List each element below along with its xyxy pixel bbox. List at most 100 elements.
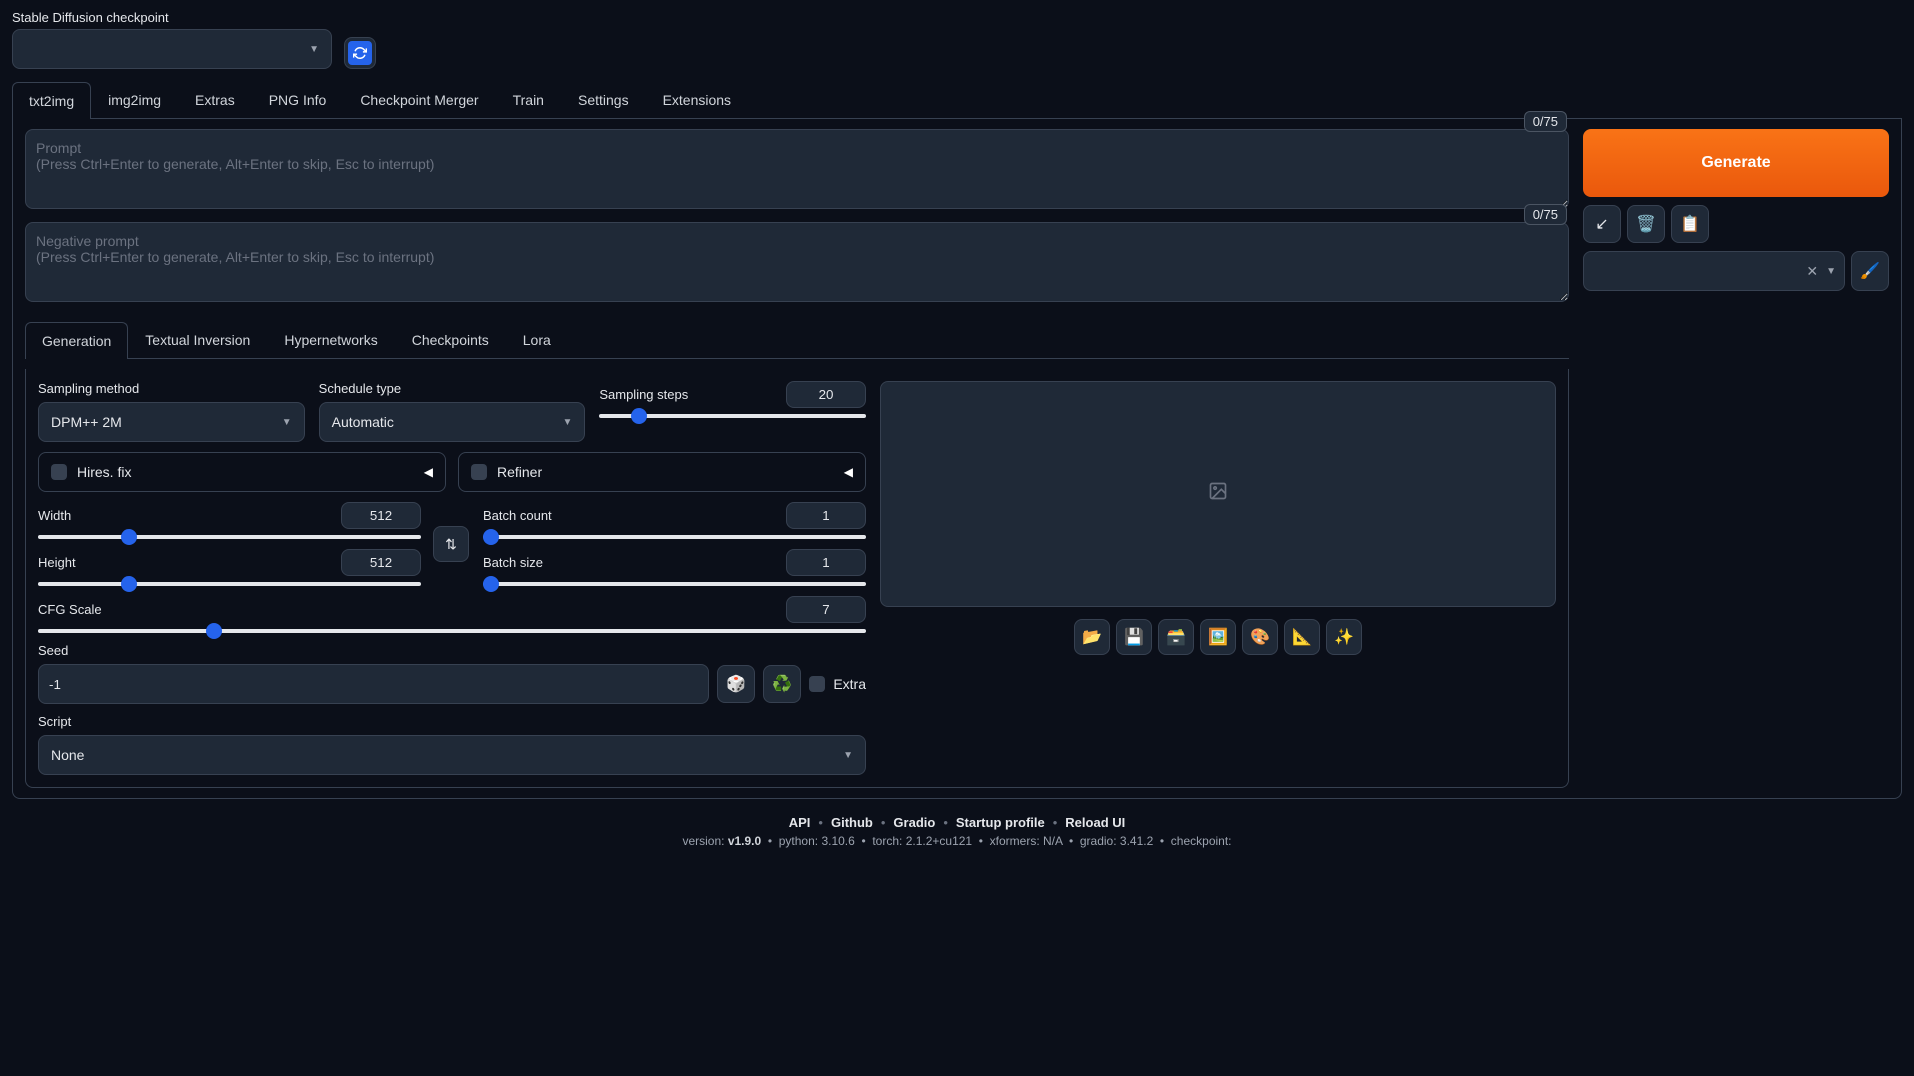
cfg-scale-input[interactable] (786, 596, 866, 623)
neg-prompt-textarea[interactable] (25, 222, 1569, 302)
tab-img2img[interactable]: img2img (91, 81, 178, 118)
footer-gradio-link[interactable]: Gradio (893, 815, 935, 830)
save-icon: 💾 (1124, 627, 1144, 647)
cfg-scale-slider[interactable] (38, 629, 866, 633)
save-button[interactable]: 💾 (1116, 619, 1152, 655)
header-row: Stable Diffusion checkpoint ▼ (12, 10, 1902, 69)
footer-version: version: v1.9.0 • python: 3.10.6 • torch… (12, 834, 1902, 848)
output-buttons: 📂 💾 🗃️ 🖼️ 🎨 📐 ✨ (880, 619, 1556, 655)
send-inpaint-button[interactable]: 🎨 (1242, 619, 1278, 655)
palette-icon: 🎨 (1250, 627, 1270, 647)
sampling-steps-label: Sampling steps (599, 387, 688, 402)
schedule-type-select[interactable]: Automatic ▼ (319, 402, 586, 442)
hires-fix-accordion[interactable]: Hires. fix ◀ (38, 452, 446, 492)
trash-icon: 🗑️ (1636, 214, 1656, 234)
zip-button[interactable]: 🗃️ (1158, 619, 1194, 655)
generation-panel: Sampling method DPM++ 2M ▼ Schedule type… (25, 369, 1569, 788)
clear-prompt-button[interactable]: 🗑️ (1627, 205, 1665, 243)
edit-styles-button[interactable]: 🖌️ (1851, 251, 1889, 291)
tab-extras[interactable]: Extras (178, 81, 252, 118)
checkpoint-label: Stable Diffusion checkpoint (12, 10, 332, 25)
generate-button[interactable]: Generate (1583, 129, 1889, 197)
brush-icon: 🖌️ (1860, 261, 1880, 281)
height-input[interactable] (341, 549, 421, 576)
refiner-label: Refiner (497, 464, 542, 480)
footer: API • Github • Gradio • Startup profile … (12, 815, 1902, 848)
checkpoint-dropdown[interactable]: ▼ (12, 29, 332, 69)
generation-controls: Sampling method DPM++ 2M ▼ Schedule type… (38, 381, 866, 775)
schedule-type-value: Automatic (332, 414, 394, 430)
sampling-steps-slider[interactable] (599, 414, 866, 418)
neg-prompt-token-counter: 0/75 (1524, 204, 1567, 225)
script-label: Script (38, 714, 866, 729)
chevron-down-icon: ▼ (843, 750, 853, 761)
batch-size-slider[interactable] (483, 582, 866, 586)
batch-count-label: Batch count (483, 508, 552, 523)
prompt-container: 0/75 (25, 129, 1569, 212)
extra-seed-checkbox[interactable] (809, 676, 825, 692)
tab-train[interactable]: Train (496, 81, 561, 118)
main-panel: 0/75 0/75 Generation Textual Inversion H… (12, 119, 1902, 799)
main-tabs: txt2img img2img Extras PNG Info Checkpoi… (12, 81, 1902, 119)
batch-size-input[interactable] (786, 549, 866, 576)
schedule-type-label: Schedule type (319, 381, 586, 396)
hires-fix-checkbox[interactable] (51, 464, 67, 480)
subtab-generation[interactable]: Generation (25, 322, 128, 359)
width-slider[interactable] (38, 535, 421, 539)
sub-tabs: Generation Textual Inversion Hypernetwor… (25, 321, 1569, 359)
footer-github-link[interactable]: Github (831, 815, 873, 830)
subtab-lora[interactable]: Lora (506, 321, 568, 358)
send-extras-button[interactable]: 📐 (1284, 619, 1320, 655)
subtab-checkpoints[interactable]: Checkpoints (395, 321, 506, 358)
height-label: Height (38, 555, 76, 570)
batch-count-slider[interactable] (483, 535, 866, 539)
reuse-seed-button[interactable]: ♻️ (763, 665, 801, 703)
clipboard-icon: 📋 (1680, 214, 1700, 234)
tab-txt2img[interactable]: txt2img (12, 82, 91, 119)
triangle-left-icon: ◀ (424, 465, 433, 479)
output-gallery[interactable] (880, 381, 1556, 607)
tab-checkpoint-merger[interactable]: Checkpoint Merger (343, 81, 495, 118)
send-img2img-button[interactable]: 🖼️ (1200, 619, 1236, 655)
subtab-hypernetworks[interactable]: Hypernetworks (267, 321, 394, 358)
refresh-icon (348, 41, 372, 65)
sampling-method-select[interactable]: DPM++ 2M ▼ (38, 402, 305, 442)
tab-extensions[interactable]: Extensions (646, 81, 748, 118)
triangle-left-icon: ◀ (844, 465, 853, 479)
interrogate-button[interactable]: ↙ (1583, 205, 1621, 243)
left-column: 0/75 0/75 Generation Textual Inversion H… (25, 129, 1569, 788)
height-slider[interactable] (38, 582, 421, 586)
footer-api-link[interactable]: API (789, 815, 811, 830)
sampling-steps-input[interactable] (786, 381, 866, 408)
hires-fix-label: Hires. fix (77, 464, 131, 480)
right-column: Generate ↙ 🗑️ 📋 ✕ ▼ 🖌️ (1583, 129, 1889, 788)
chevron-down-icon: ▼ (309, 44, 319, 55)
tab-pnginfo[interactable]: PNG Info (252, 81, 344, 118)
open-folder-button[interactable]: 📂 (1074, 619, 1110, 655)
random-seed-button[interactable]: 🎲 (717, 665, 755, 703)
refiner-checkbox[interactable] (471, 464, 487, 480)
script-select[interactable]: None ▼ (38, 735, 866, 775)
prompt-textarea[interactable] (25, 129, 1569, 209)
prompt-token-counter: 0/75 (1524, 111, 1567, 132)
chevron-down-icon: ▼ (1826, 266, 1836, 277)
seed-input[interactable] (38, 664, 709, 704)
clear-icon[interactable]: ✕ (1806, 263, 1818, 280)
styles-dropdown[interactable]: ✕ ▼ (1583, 251, 1845, 291)
upscale-button[interactable]: ✨ (1326, 619, 1362, 655)
checkpoint-field: Stable Diffusion checkpoint ▼ (12, 10, 332, 69)
sparkles-icon: ✨ (1334, 627, 1354, 647)
subtab-textual-inversion[interactable]: Textual Inversion (128, 321, 267, 358)
batch-count-input[interactable] (786, 502, 866, 529)
refresh-checkpoint-button[interactable] (344, 37, 376, 69)
tab-settings[interactable]: Settings (561, 81, 646, 118)
folder-icon: 📂 (1082, 627, 1102, 647)
footer-reload-link[interactable]: Reload UI (1065, 815, 1125, 830)
footer-startup-link[interactable]: Startup profile (956, 815, 1045, 830)
width-input[interactable] (341, 502, 421, 529)
image-icon: 🖼️ (1208, 627, 1228, 647)
refiner-accordion[interactable]: Refiner ◀ (458, 452, 866, 492)
recycle-icon: ♻️ (772, 674, 792, 694)
swap-dimensions-button[interactable]: ⇅ (433, 526, 469, 562)
paste-button[interactable]: 📋 (1671, 205, 1709, 243)
